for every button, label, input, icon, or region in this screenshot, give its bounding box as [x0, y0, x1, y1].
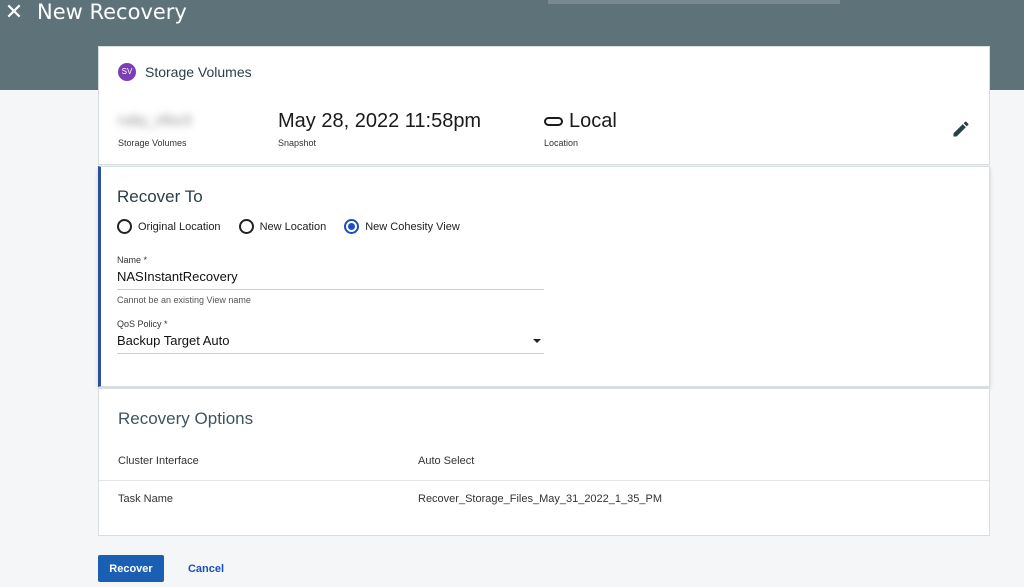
recover-to-radio-group: Original Location New Location New Cohes… — [117, 219, 478, 234]
snapshot-label: Snapshot — [278, 138, 317, 148]
qos-select[interactable]: Backup Target Auto — [117, 330, 544, 354]
qos-selected-value: Backup Target Auto — [117, 333, 230, 348]
option-key: Cluster Interface — [118, 455, 199, 467]
qos-field: QoS Policy * Backup Target Auto — [117, 318, 544, 354]
name-label: Name * — [117, 255, 148, 265]
option-value: Recover_Storage_Files_May_31_2022_1_35_P… — [418, 493, 662, 505]
radio-label: Original Location — [138, 220, 221, 233]
summary-card: SV Storage Volumes ruby_nfsv3 Storage Vo… — [98, 46, 990, 165]
qos-label: QoS Policy * — [117, 319, 168, 329]
location-icon — [544, 116, 563, 126]
close-icon[interactable]: ✕ — [4, 0, 24, 24]
topbar-decoration — [548, 0, 840, 4]
radio-circle[interactable] — [344, 219, 360, 234]
storage-volumes-badge: SV — [118, 63, 136, 81]
radio-circle[interactable] — [117, 219, 132, 234]
location-value-row: Local — [544, 109, 617, 133]
option-row-task-name: Task Name Recover_Storage_Files_May_31_2… — [99, 481, 989, 519]
snapshot-value: May 28, 2022 11:58pm — [278, 110, 482, 132]
cancel-button[interactable]: Cancel — [180, 555, 232, 582]
source-value: ruby_nfsv3 — [118, 112, 192, 129]
source-label: Storage Volumes — [118, 138, 187, 148]
recovery-options-title: Recovery Options — [118, 409, 254, 428]
recover-button[interactable]: Recover — [98, 555, 164, 582]
recover-to-card: Recover To Original Location New Locatio… — [98, 166, 990, 387]
option-key: Task Name — [118, 493, 174, 505]
pencil-icon[interactable] — [951, 119, 971, 139]
source-meta: ruby_nfsv3 Storage Volumes — [118, 109, 191, 149]
name-input[interactable]: NASInstantRecovery — [117, 266, 544, 290]
radio-original-location[interactable]: Original Location — [117, 219, 221, 234]
recovery-options-card: Recovery Options Cluster Interface Auto … — [98, 388, 990, 536]
location-meta: Local Location — [544, 109, 617, 149]
radio-circle[interactable] — [238, 219, 254, 234]
radio-label: New Location — [259, 220, 327, 233]
name-hint: Cannot be an existing View name — [117, 295, 251, 305]
radio-label: New Cohesity View — [365, 220, 460, 233]
name-field: Name * NASInstantRecovery Cannot be an e… — [117, 254, 544, 306]
chevron-down-icon[interactable] — [533, 339, 541, 343]
location-value: Local — [569, 110, 617, 132]
option-value: Auto Select — [418, 455, 475, 467]
page-title: New Recovery — [37, 0, 187, 24]
radio-new-cohesity-view[interactable]: New Cohesity View — [344, 219, 460, 234]
option-row-cluster-interface: Cluster Interface Auto Select — [99, 443, 989, 481]
recover-to-title: Recover To — [117, 187, 203, 206]
summary-title: Storage Volumes — [145, 64, 252, 80]
location-label: Location — [544, 138, 579, 148]
radio-new-location[interactable]: New Location — [238, 219, 327, 234]
snapshot-meta: May 28, 2022 11:58pm Snapshot — [278, 109, 481, 149]
